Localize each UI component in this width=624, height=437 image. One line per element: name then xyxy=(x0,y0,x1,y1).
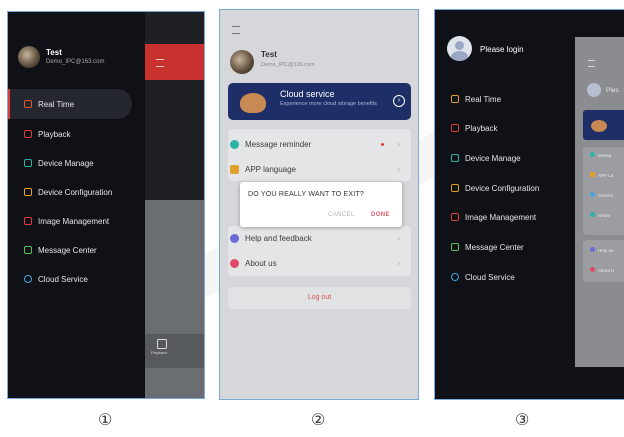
help-feedback-icon xyxy=(230,233,239,243)
menu-item-image-management[interactable]: Image Management xyxy=(8,206,204,236)
chevron-right-icon: › xyxy=(397,258,400,268)
chevron-right-icon: › xyxy=(397,233,400,243)
user-name: Test xyxy=(46,48,62,57)
avatar[interactable] xyxy=(18,46,40,68)
arrow-right-icon[interactable]: › xyxy=(393,95,405,107)
setting-help-feedback[interactable]: Help and feedback › xyxy=(230,227,408,249)
user-placeholder-body xyxy=(451,51,468,61)
red-header xyxy=(145,44,204,80)
menu-item-label: Device Manage xyxy=(465,153,521,163)
caption-2: ② xyxy=(311,410,326,429)
menu-item-label: Cloud Service xyxy=(465,272,515,282)
cancel-button[interactable]: CANCEL xyxy=(328,212,355,218)
user-placeholder-icon xyxy=(455,41,464,50)
setting-app-language[interactable]: APP language › xyxy=(230,158,408,180)
playback-icon xyxy=(24,130,32,138)
playback-tab-icon[interactable] xyxy=(157,339,167,349)
hamburger-icon[interactable] xyxy=(232,26,240,34)
menu-item-label: Playback xyxy=(465,123,498,133)
setting-about-us[interactable]: About us › xyxy=(230,252,408,274)
cloud-service-icon xyxy=(24,275,32,283)
menu-item-real-time[interactable]: Real Time xyxy=(8,89,132,119)
playback-icon xyxy=(451,124,459,132)
real-time-icon xyxy=(24,100,32,108)
device-config-icon xyxy=(451,184,459,192)
setting-label: Help and feedback xyxy=(245,233,312,243)
menu-item-label: Image Management xyxy=(465,212,537,222)
setting-label: Message reminder xyxy=(245,139,312,149)
unread-dot xyxy=(381,142,384,146)
menu-item-label: Real Time xyxy=(38,99,75,109)
chevron-right-icon: › xyxy=(397,139,400,149)
screen-2-settings-exit-dialog: Test Demo_IPC@126.com Cloud service Expe… xyxy=(219,9,419,400)
menu-item-label: Real Time xyxy=(465,94,502,104)
menu-item-label: Message Center xyxy=(465,242,524,252)
chevron-right-icon: › xyxy=(397,164,400,174)
dialog-message: DO YOU REALLY WANT TO EXIT? xyxy=(248,191,365,198)
menu-item-playback[interactable]: Playback xyxy=(435,113,624,143)
menu-item-device-manage[interactable]: Device Manage xyxy=(435,143,624,173)
banner-title: Cloud service xyxy=(280,89,335,99)
avatar[interactable] xyxy=(230,50,254,74)
login-prompt[interactable]: Please login xyxy=(480,45,524,54)
app-language-icon xyxy=(230,164,239,174)
menu-item-label: Device Configuration xyxy=(465,183,540,193)
menu-item-label: Playback xyxy=(38,129,71,139)
cloud-service-banner[interactable]: Cloud service Experience more cloud stor… xyxy=(228,83,411,120)
menu-item-label: Cloud Service xyxy=(38,274,88,284)
menu-item-message-center[interactable]: Message Center xyxy=(435,232,624,262)
setting-label: About us xyxy=(245,258,277,268)
screen-3-side-menu-logged-out: Ples Messa APP La Genera Share Help an A… xyxy=(434,9,624,400)
user-email: Demo_IPC@126.com xyxy=(261,62,315,68)
logout-button[interactable]: Log out xyxy=(228,287,411,309)
menu-item-message-center[interactable]: Message Center xyxy=(8,235,204,265)
banner-subtitle: Experience more cloud storage benefits xyxy=(280,101,377,107)
real-time-icon xyxy=(451,95,459,103)
message-center-icon xyxy=(451,243,459,251)
hamburger-icon[interactable] xyxy=(588,60,595,67)
exit-dialog: DO YOU REALLY WANT TO EXIT? CANCEL DONE xyxy=(240,182,402,227)
done-button[interactable]: DONE xyxy=(371,212,390,218)
menu-item-real-time[interactable]: Real Time xyxy=(435,84,624,114)
image-management-icon xyxy=(24,217,32,225)
menu-item-image-management[interactable]: Image Management xyxy=(435,202,624,232)
menu-item-label: Image Management xyxy=(38,216,110,226)
device-manage-icon xyxy=(24,159,32,167)
caption-3: ③ xyxy=(515,410,530,429)
device-config-icon xyxy=(24,188,32,196)
menu-item-device-manage[interactable]: Device Manage xyxy=(8,148,204,178)
menu-item-label: Device Configuration xyxy=(38,187,113,197)
menu-item-cloud-service[interactable]: Cloud Service xyxy=(8,264,204,294)
cloud-mascot-icon xyxy=(240,93,266,113)
playback-tab-label: Playback xyxy=(151,350,168,355)
user-email: Demo_IPC@163.com xyxy=(46,59,105,65)
setting-label: APP language xyxy=(245,164,297,174)
menu-item-cloud-service[interactable]: Cloud Service xyxy=(435,262,624,292)
message-reminder-icon xyxy=(230,139,239,149)
logout-label: Log out xyxy=(307,294,332,301)
device-manage-icon xyxy=(451,154,459,162)
message-center-icon xyxy=(24,246,32,254)
about-us-icon xyxy=(230,258,239,268)
menu-item-device-configuration[interactable]: Device Configuration xyxy=(8,177,204,207)
screen-1-side-menu: Playback Test Demo_IPC@163.com Real Time… xyxy=(7,11,205,399)
menu-item-device-configuration[interactable]: Device Configuration xyxy=(435,173,624,203)
menu-item-label: Message Center xyxy=(38,245,97,255)
setting-message-reminder[interactable]: Message reminder › xyxy=(230,133,408,155)
caption-1: ① xyxy=(98,410,113,429)
hamburger-icon[interactable] xyxy=(156,59,164,67)
menu-item-playback[interactable]: Playback xyxy=(8,119,204,149)
user-name: Test xyxy=(261,50,277,59)
menu-item-label: Device Manage xyxy=(38,158,94,168)
image-management-icon xyxy=(451,213,459,221)
cloud-service-icon xyxy=(451,273,459,281)
login-avatar[interactable] xyxy=(447,36,472,61)
